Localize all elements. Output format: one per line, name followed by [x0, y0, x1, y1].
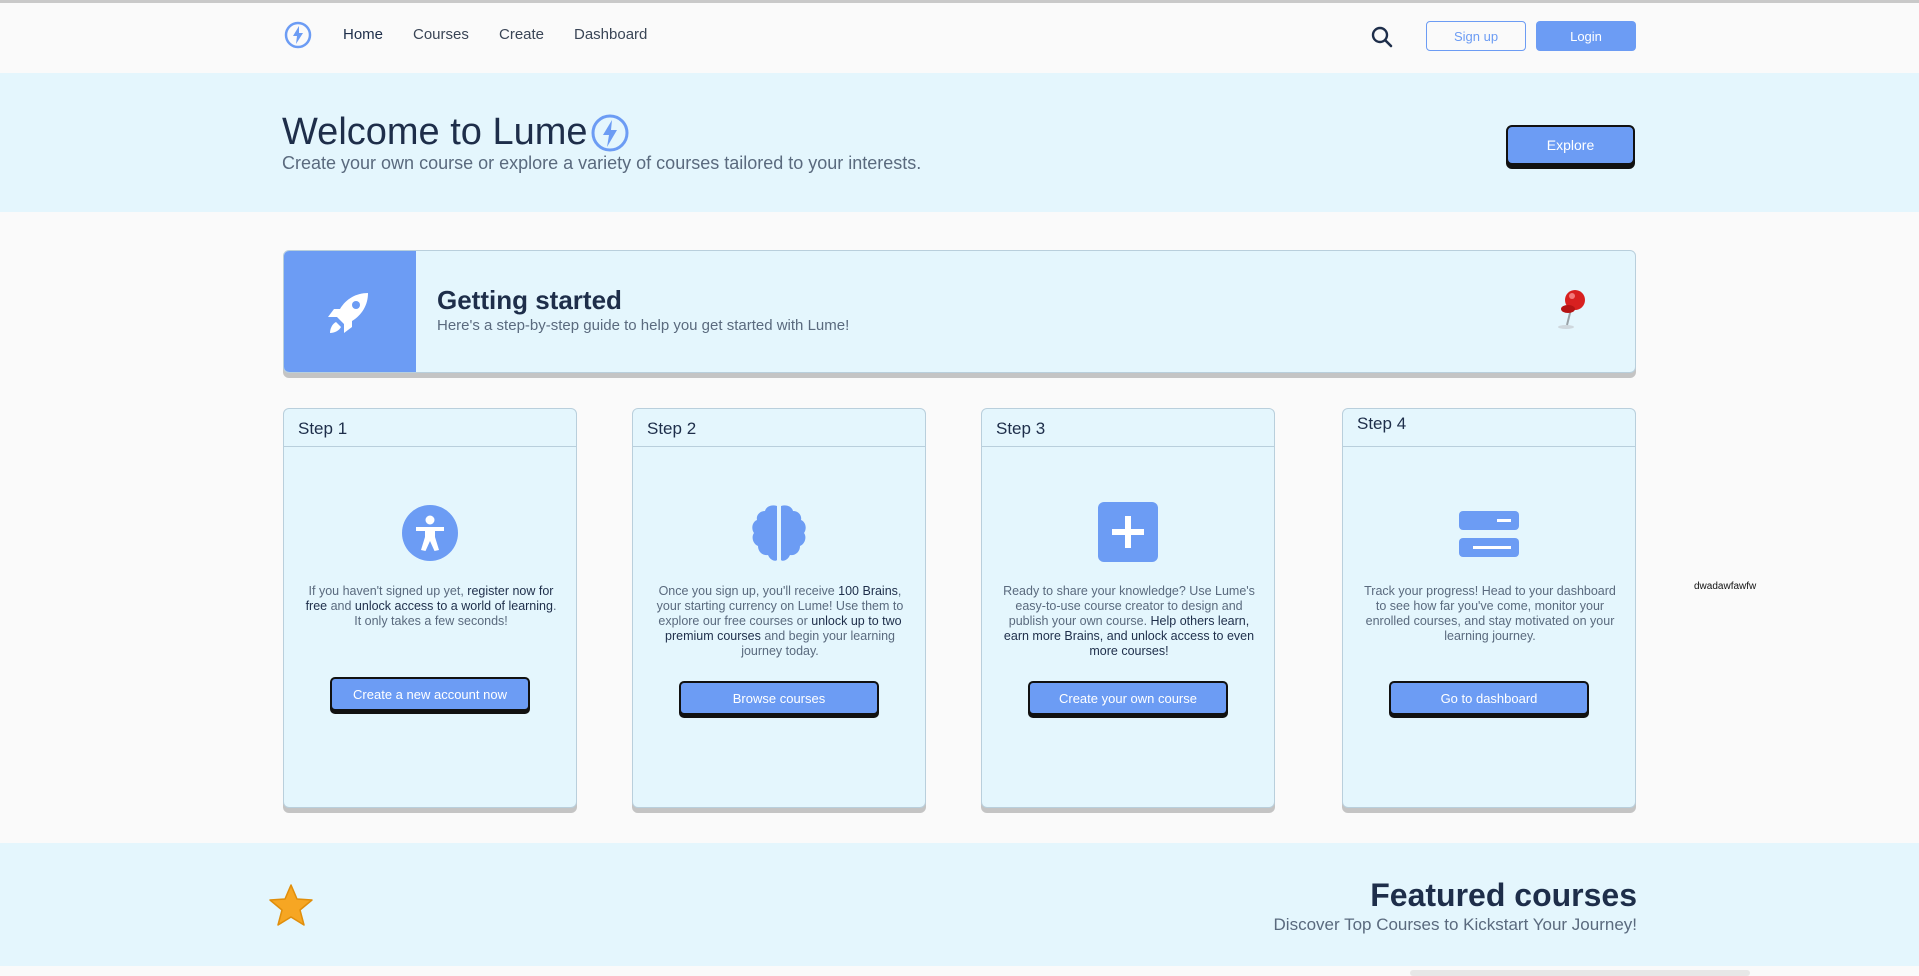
step-description: Ready to share your knowledge? Use Lume'…: [1002, 584, 1256, 659]
featured-subtitle: Discover Top Courses to Kickstart Your J…: [1273, 915, 1637, 934]
step-text-highlight: 100 Brains: [838, 584, 898, 598]
step-description: If you haven't signed up yet, register n…: [304, 584, 558, 629]
step-text-highlight: unlock access to a world of learning: [354, 599, 553, 613]
explore-button[interactable]: Explore: [1506, 125, 1635, 165]
step-text-fragment: and begin your learning journey today.: [741, 629, 895, 658]
nav-link-courses[interactable]: Courses: [413, 26, 469, 43]
step-description: Once you sign up, you'll receive 100 Bra…: [653, 584, 907, 659]
step-card-1: Step 1 If you haven't signed up yet, reg…: [283, 408, 577, 808]
step-title: Step 4: [1343, 409, 1635, 447]
getting-started-card: Getting started Here's a step-by-step gu…: [283, 250, 1636, 373]
signup-button[interactable]: Sign up: [1426, 21, 1526, 51]
search-icon[interactable]: [1370, 25, 1394, 49]
step-title: Step 1: [284, 409, 576, 447]
pushpin-icon: [1558, 290, 1585, 329]
nav-link-home[interactable]: Home: [343, 26, 383, 43]
step-card-3: Step 3 Ready to share your knowledge? Us…: [981, 408, 1275, 808]
brain-icon: [752, 505, 806, 561]
star-icon: [269, 884, 313, 926]
hero-subtitle: Create your own course or explore a vari…: [282, 153, 922, 173]
step-text-fragment: Once you sign up, you'll receive: [658, 584, 839, 598]
hero-title: Welcome to Lume: [282, 111, 588, 153]
go-to-dashboard-button[interactable]: Go to dashboard: [1389, 681, 1589, 715]
step-text-fragment: Track your progress! Head to your dashbo…: [1364, 584, 1616, 643]
step-title: Step 2: [633, 409, 925, 447]
step-title: Step 3: [982, 409, 1274, 447]
getting-started-subtitle: Here's a step-by-step guide to help you …: [437, 317, 850, 334]
step-text-fragment: and: [327, 599, 355, 613]
featured-courses-section: Featured courses Discover Top Courses to…: [0, 843, 1919, 966]
featured-title: Featured courses: [1370, 877, 1637, 913]
plus-square-icon: [1098, 502, 1158, 562]
create-account-button[interactable]: Create a new account now: [330, 677, 530, 711]
nav-link-dashboard[interactable]: Dashboard: [574, 26, 647, 43]
getting-started-title: Getting started: [437, 285, 622, 315]
progress-bars-icon: [1459, 511, 1519, 557]
step-card-2: Step 2 Once you sign up, you'll receive …: [632, 408, 926, 808]
nav-link-create[interactable]: Create: [499, 26, 544, 43]
navbar: Home Courses Create Dashboard Sign up Lo…: [0, 3, 1919, 71]
card-shadow: [1410, 970, 1750, 976]
create-course-button[interactable]: Create your own course: [1028, 681, 1228, 715]
login-button[interactable]: Login: [1536, 21, 1636, 51]
bolt-circle-icon[interactable]: [284, 21, 312, 49]
rocket-icon: [328, 293, 368, 333]
step-text-fragment: If you haven't signed up yet,: [308, 584, 468, 598]
step-description: Track your progress! Head to your dashbo…: [1363, 584, 1617, 644]
getting-started-icon-box: [284, 251, 416, 372]
browse-courses-button[interactable]: Browse courses: [679, 681, 879, 715]
bolt-circle-icon: [591, 114, 629, 152]
accessibility-icon: [402, 505, 458, 561]
step-card-4: Step 4 Track your progress! Head to your…: [1342, 408, 1636, 808]
stray-text: dwadawfawfw: [1694, 581, 1757, 592]
hero-banner: Welcome to Lume Create your own course o…: [0, 73, 1919, 212]
